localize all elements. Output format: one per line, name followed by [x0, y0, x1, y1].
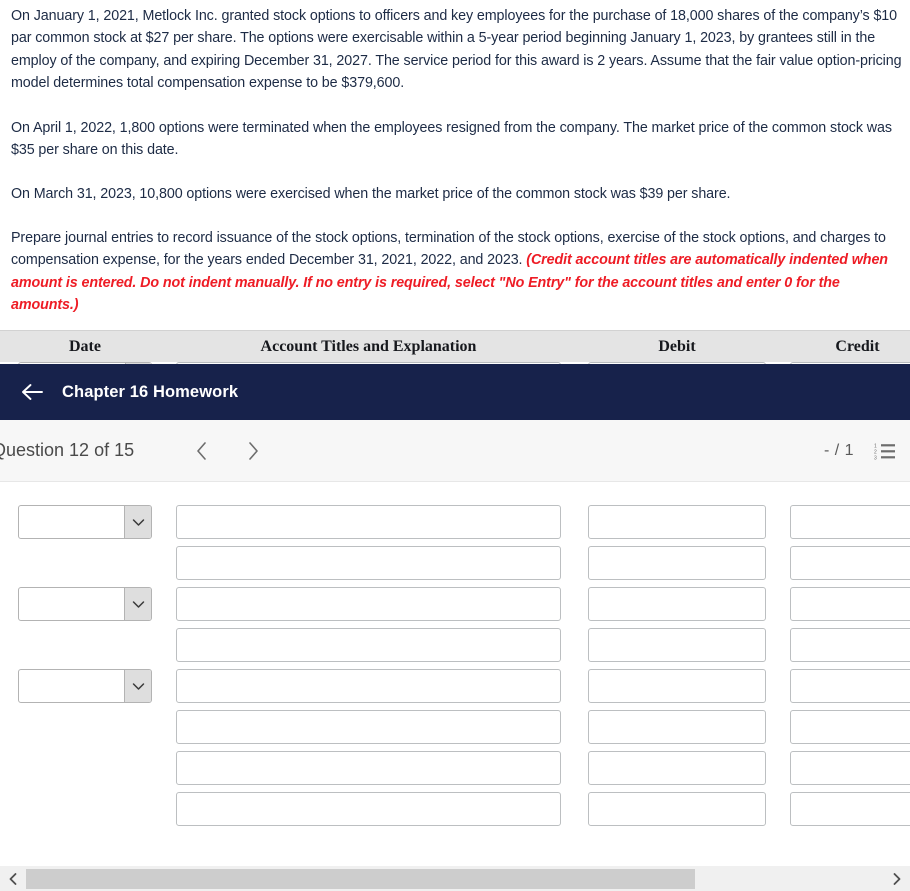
account-input[interactable] [176, 505, 561, 539]
chevron-down-icon [124, 588, 151, 620]
credit-input[interactable] [790, 587, 910, 621]
question-paragraph-2: On April 1, 2022, 1,800 options were ter… [11, 119, 892, 159]
scroll-right-icon[interactable] [884, 866, 910, 891]
credit-input[interactable] [790, 669, 910, 703]
question-text-body: On January 1, 2021, Metlock Inc. granted… [0, 0, 910, 316]
journal-row [0, 482, 910, 501]
debit-input[interactable] [588, 751, 766, 785]
credit-input[interactable] [790, 792, 910, 826]
column-header-debit: Debit [658, 338, 696, 355]
account-input[interactable] [176, 628, 561, 662]
journal-row [0, 788, 910, 829]
scroll-left-icon[interactable] [0, 866, 26, 891]
homework-question-page: On January 1, 2021, Metlock Inc. granted… [0, 0, 910, 891]
journal-row [0, 583, 910, 624]
question-counter-label: Question 12 of 15 [0, 440, 135, 460]
column-header-credit: Credit [835, 338, 880, 355]
credit-input[interactable] [790, 628, 910, 662]
account-input[interactable] [176, 751, 561, 785]
journal-row [0, 665, 910, 706]
scrollbar-track[interactable] [26, 865, 884, 891]
question-paragraph-1: On January 1, 2021, Metlock Inc. granted… [11, 8, 902, 92]
journal-entry-grid [0, 482, 910, 865]
journal-table-header: Date Account Titles and Explanation Debi… [0, 330, 910, 362]
column-header-account: Account Titles and Explanation [260, 338, 477, 355]
debit-input[interactable] [588, 628, 766, 662]
account-input[interactable] [176, 587, 561, 621]
debit-input[interactable] [588, 505, 766, 539]
account-input[interactable] [176, 546, 561, 580]
journal-row [0, 501, 910, 542]
assignment-title: Chapter 16 Homework [62, 382, 239, 401]
journal-row [0, 706, 910, 747]
account-input[interactable] [176, 669, 561, 703]
credit-input[interactable] [790, 546, 910, 580]
journal-row [0, 747, 910, 788]
debit-input[interactable] [588, 546, 766, 580]
column-header-date: Date [69, 338, 101, 355]
date-select[interactable] [18, 587, 152, 621]
debit-input[interactable] [588, 669, 766, 703]
question-paragraph-3: On March 31, 2023, 10,800 options were e… [11, 186, 731, 203]
journal-row [0, 624, 910, 665]
app-header-bar: Chapter 16 Homework [0, 364, 910, 420]
credit-input[interactable] [790, 751, 910, 785]
credit-input[interactable] [790, 505, 910, 539]
back-arrow-icon[interactable] [20, 380, 44, 404]
next-question-button[interactable] [240, 436, 266, 466]
debit-input[interactable] [588, 710, 766, 744]
numbered-list-icon[interactable]: 1 2 3 [872, 438, 898, 464]
date-select[interactable] [18, 505, 152, 539]
chevron-down-icon [124, 670, 151, 702]
horizontal-scrollbar[interactable] [0, 865, 910, 891]
journal-row [0, 542, 910, 583]
account-input[interactable] [176, 710, 561, 744]
debit-input[interactable] [588, 792, 766, 826]
scrollbar-thumb[interactable] [26, 868, 696, 889]
question-score: - / 1 [823, 441, 854, 459]
question-nav-bar: Question 12 of 15 - / 1 1 2 3 [0, 420, 910, 482]
date-select[interactable] [18, 669, 152, 703]
svg-text:3: 3 [874, 455, 877, 460]
previous-question-button[interactable] [188, 436, 214, 466]
question-instruction: Prepare journal entries to record issuan… [6, 227, 904, 317]
chevron-down-icon [124, 506, 151, 538]
credit-input[interactable] [790, 710, 910, 744]
account-input[interactable] [176, 792, 561, 826]
debit-input[interactable] [588, 587, 766, 621]
